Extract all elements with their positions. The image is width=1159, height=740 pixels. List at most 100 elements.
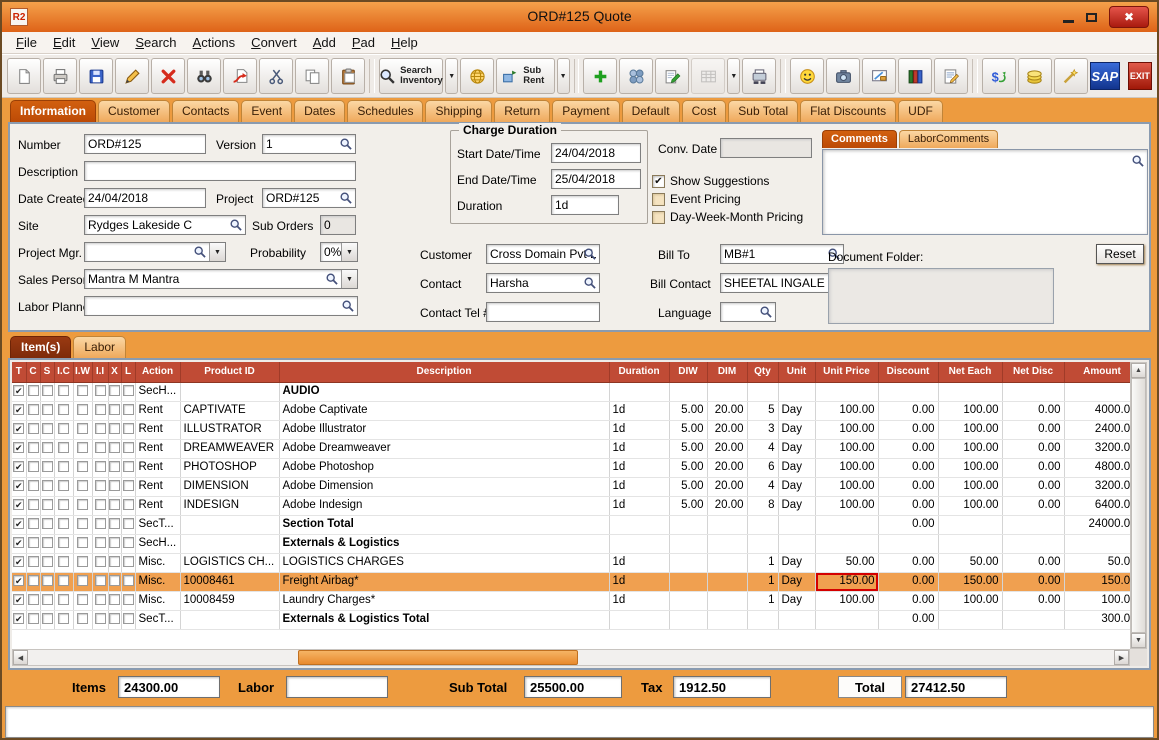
item-row[interactable]: ✔SecH...Externals & Logistics [12, 534, 1130, 553]
subtotal-field[interactable] [524, 676, 622, 698]
row-checkbox-icon[interactable] [77, 385, 88, 396]
row-checkbox-icon[interactable] [95, 613, 106, 624]
vertical-scrollbar[interactable]: ▲ ▼ [1130, 362, 1147, 649]
row-check-cell[interactable]: ✔ [12, 496, 26, 515]
row-check-cell[interactable] [108, 534, 121, 553]
row-checkbox-icon[interactable]: ✔ [13, 385, 24, 396]
scroll-right-button[interactable]: ▶ [1114, 650, 1129, 665]
menu-file[interactable]: File [8, 33, 45, 52]
cell-discount[interactable]: 0.00 [878, 496, 938, 515]
row-check-cell[interactable] [40, 401, 54, 420]
row-check-cell[interactable] [121, 553, 135, 572]
cell-duration[interactable]: 1d [609, 496, 669, 515]
duration-field[interactable] [551, 195, 619, 215]
option-show-suggestions[interactable]: ✔Show Suggestions [652, 172, 832, 190]
row-checkbox-icon[interactable] [95, 575, 106, 586]
cell-diw[interactable] [669, 382, 707, 401]
row-checkbox-icon[interactable] [109, 442, 120, 453]
grid-view-button[interactable] [691, 58, 725, 94]
cell-net-disc[interactable]: 0.00 [1002, 553, 1064, 572]
row-check-cell[interactable] [26, 610, 40, 629]
row-checkbox-icon[interactable] [42, 537, 53, 548]
row-check-cell[interactable] [54, 496, 73, 515]
row-checkbox-icon[interactable] [42, 499, 53, 510]
cell-description[interactable]: Adobe Indesign [279, 496, 609, 515]
grand-total-field[interactable] [905, 676, 1007, 698]
row-checkbox-icon[interactable] [123, 442, 134, 453]
column-header-amount[interactable]: Amount [1064, 362, 1130, 382]
cell-product-id[interactable] [180, 534, 279, 553]
cell-net-disc[interactable]: 0.00 [1002, 401, 1064, 420]
row-check-cell[interactable] [92, 401, 108, 420]
edit-note-button[interactable] [655, 58, 689, 94]
labor-planner-search-icon[interactable] [341, 299, 355, 313]
cell-unit-price[interactable]: 100.00 [815, 458, 878, 477]
row-checkbox-icon[interactable]: ✔ [13, 442, 24, 453]
scroll-up-button[interactable]: ▲ [1131, 363, 1146, 378]
column-header-product-id[interactable]: Product ID [180, 362, 279, 382]
number-input[interactable] [85, 135, 205, 153]
export-order-button[interactable] [223, 58, 257, 94]
row-check-cell[interactable] [92, 534, 108, 553]
row-checkbox-icon[interactable] [109, 518, 120, 529]
cell-description[interactable]: LOGISTICS CHARGES [279, 553, 609, 572]
row-check-cell[interactable] [121, 515, 135, 534]
dollar-convert-button[interactable]: $ [982, 58, 1016, 94]
number-field[interactable] [84, 134, 206, 154]
cell-amount[interactable] [1064, 534, 1130, 553]
paste-button[interactable] [331, 58, 365, 94]
cell-unit-price[interactable] [815, 382, 878, 401]
sales-person-search-icon[interactable] [325, 272, 339, 286]
cell-product-id[interactable]: ILLUSTRATOR [180, 420, 279, 439]
cell-discount[interactable]: 0.00 [878, 420, 938, 439]
row-checkbox-icon[interactable]: ✔ [13, 461, 24, 472]
row-check-cell[interactable] [40, 420, 54, 439]
row-check-cell[interactable] [108, 515, 121, 534]
row-check-cell[interactable] [26, 553, 40, 572]
cell-duration[interactable]: 1d [609, 420, 669, 439]
row-checkbox-icon[interactable]: ✔ [13, 480, 24, 491]
row-check-cell[interactable] [92, 515, 108, 534]
column-header-unit-price[interactable]: Unit Price [815, 362, 878, 382]
row-check-cell[interactable] [121, 420, 135, 439]
row-check-cell[interactable] [121, 477, 135, 496]
cell-duration[interactable]: 1d [609, 591, 669, 610]
item-row[interactable]: ✔SecT...Section Total0.0024000.00 [12, 515, 1130, 534]
cell-discount[interactable]: 0.00 [878, 477, 938, 496]
cell-unit-price[interactable]: 150.00 [815, 572, 878, 591]
row-checkbox-icon[interactable] [58, 613, 69, 624]
sub-rent-button[interactable]: Sub Rent [496, 58, 554, 94]
row-check-cell[interactable] [54, 515, 73, 534]
checkbox-icon[interactable] [652, 193, 665, 206]
cell-net-disc[interactable] [1002, 534, 1064, 553]
cell-dim[interactable]: 20.00 [707, 401, 747, 420]
row-check-cell[interactable] [40, 496, 54, 515]
bill-contact-input[interactable] [721, 274, 843, 292]
cell-unit-price[interactable] [815, 610, 878, 629]
cell-description[interactable]: Externals & Logistics [279, 534, 609, 553]
cell-duration[interactable]: 1d [609, 572, 669, 591]
row-check-cell[interactable] [26, 477, 40, 496]
item-row[interactable]: ✔RentDREAMWEAVERAdobe Dreamweaver1d5.002… [12, 439, 1130, 458]
cell-discount[interactable]: 0.00 [878, 591, 938, 610]
row-check-cell[interactable] [108, 477, 121, 496]
menu-convert[interactable]: Convert [243, 33, 305, 52]
cell-amount[interactable]: 3200.00 [1064, 477, 1130, 496]
cell-unit-price[interactable]: 100.00 [815, 439, 878, 458]
row-checkbox-icon[interactable] [109, 480, 120, 491]
cell-discount[interactable]: 0.00 [878, 515, 938, 534]
cell-net-each[interactable]: 100.00 [938, 591, 1002, 610]
row-checkbox-icon[interactable] [77, 537, 88, 548]
tab-contacts[interactable]: Contacts [172, 100, 239, 122]
row-check-cell[interactable] [73, 572, 92, 591]
cell-duration[interactable] [609, 382, 669, 401]
row-check-cell[interactable] [54, 572, 73, 591]
row-check-cell[interactable]: ✔ [12, 401, 26, 420]
cell-unit[interactable]: Day [778, 553, 815, 572]
row-check-cell[interactable] [40, 572, 54, 591]
row-checkbox-icon[interactable] [42, 423, 53, 434]
row-check-cell[interactable] [121, 401, 135, 420]
cell-qty[interactable]: 5 [747, 401, 778, 420]
component-circles-button[interactable] [619, 58, 653, 94]
cell-discount[interactable]: 0.00 [878, 553, 938, 572]
